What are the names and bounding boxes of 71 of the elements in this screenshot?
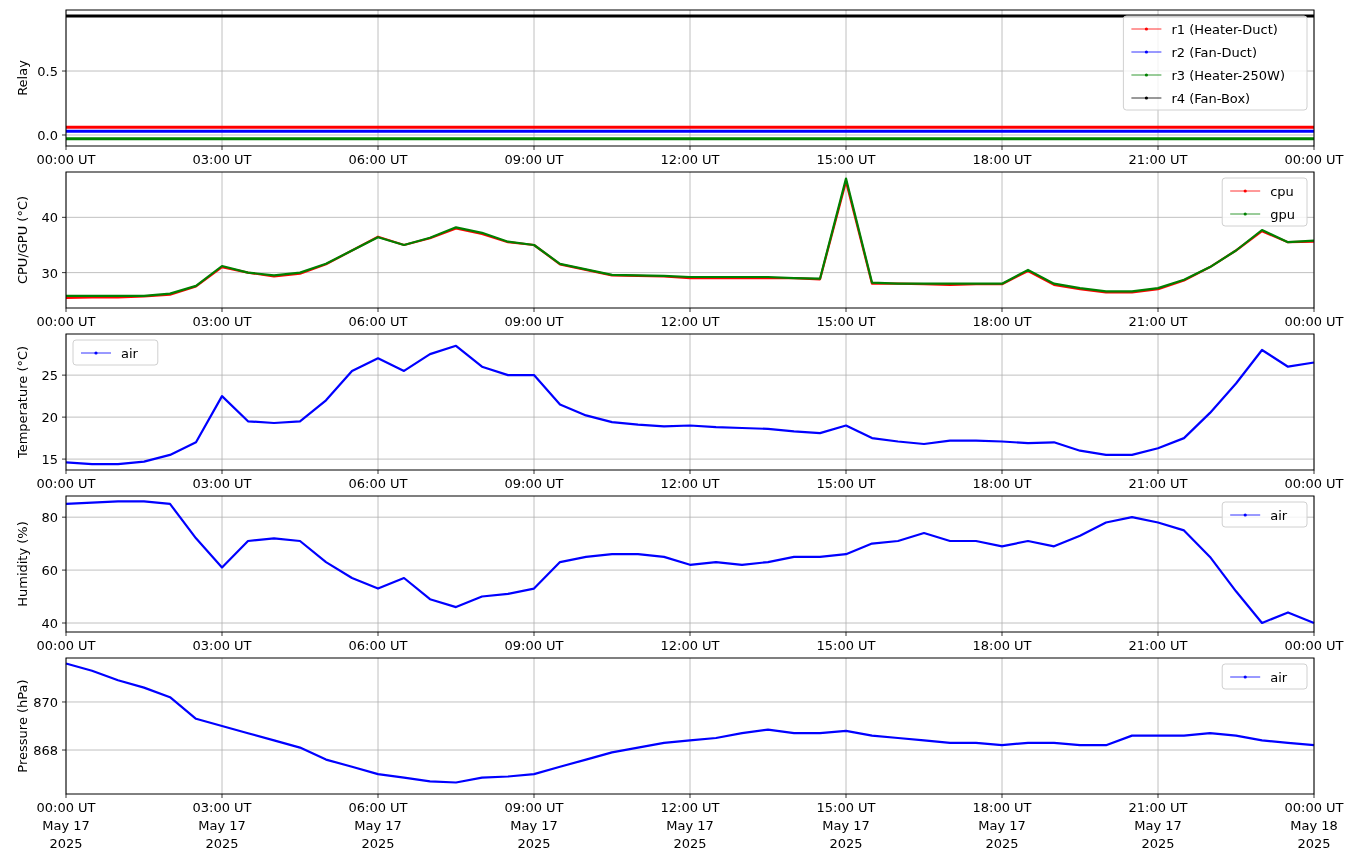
- tick-label: 0.5: [37, 64, 58, 80]
- tick-label: 00:00 UT: [1284, 152, 1344, 167]
- tick-label: 00:00 UT: [1284, 314, 1344, 329]
- tick-label: 30: [41, 265, 58, 281]
- tick-label: 12:00 UT: [660, 152, 720, 167]
- tick-label: 00:00 UT May 18 2025: [1284, 800, 1344, 851]
- tick-label: 12:00 UT: [660, 638, 720, 653]
- legend-label: r3 (Heater-250W): [1171, 68, 1285, 83]
- tick-label: 00:00 UT: [36, 152, 96, 167]
- legend-label: air: [1270, 670, 1288, 685]
- tick-label: 18:00 UT: [972, 476, 1032, 491]
- tick-label: 0.0: [37, 128, 58, 143]
- tick-label: 20: [41, 410, 58, 426]
- axis-label: CPU/GPU (°C): [15, 195, 30, 285]
- tick-label: 18:00 UT May 17 2025: [972, 800, 1032, 851]
- tick-label: 09:00 UT: [504, 476, 564, 491]
- tick-label: 40: [41, 210, 58, 226]
- tick-label: 18:00 UT: [972, 638, 1032, 653]
- tick-label: 03:00 UT: [192, 476, 252, 491]
- tick-label: 03:00 UT: [192, 314, 252, 329]
- tick-label: 09:00 UT: [504, 314, 564, 329]
- tick-label: 12:00 UT: [660, 314, 720, 329]
- tick-label: 21:00 UT May 17 2025: [1128, 800, 1188, 851]
- tick-label: 06:00 UT: [348, 638, 408, 653]
- legend-label: gpu: [1270, 207, 1295, 222]
- tick-label: 15:00 UT: [816, 314, 876, 329]
- tick-label: 06:00 UT: [348, 476, 408, 491]
- tick-label: 21:00 UT: [1128, 476, 1188, 491]
- axis-label: Pressure (hPa): [15, 679, 30, 773]
- tick-label: 00:00 UT: [36, 638, 96, 653]
- tick-label: 09:00 UT May 17 2025: [504, 800, 564, 851]
- tick-label: 80: [41, 510, 58, 526]
- tick-label: 18:00 UT: [972, 152, 1032, 167]
- tick-label: 03:00 UT: [192, 152, 252, 167]
- tick-label: 15:00 UT: [816, 152, 876, 167]
- tick-label: 09:00 UT: [504, 152, 564, 167]
- tick-label: 25: [41, 368, 58, 384]
- tick-label: 15:00 UT May 17 2025: [816, 800, 876, 851]
- tick-label: 12:00 UT: [660, 476, 720, 491]
- axis-label: Temperature (°C): [15, 345, 30, 459]
- legend-label: air: [121, 346, 138, 361]
- tick-label: 00:00 UT: [1284, 476, 1344, 491]
- legend-label: r2 (Fan-Duct): [1171, 45, 1257, 60]
- axis-label: Humidity (%): [15, 521, 30, 607]
- legend-label: r1 (Heater-Duct): [1171, 22, 1278, 37]
- tick-label: 18:00 UT: [972, 314, 1032, 329]
- tick-label: 15: [41, 452, 58, 468]
- tick-label: 868: [33, 743, 58, 759]
- tick-label: 00:00 UT May 17 2025: [36, 800, 96, 851]
- tick-label: 09:00 UT: [504, 638, 564, 653]
- tick-label: 00:00 UT: [1284, 638, 1344, 653]
- legend-label: r4 (Fan-Box): [1171, 91, 1251, 106]
- tick-label: 00:00 UT: [36, 314, 96, 329]
- tick-label: 06:00 UT: [348, 152, 408, 167]
- tick-label: 06:00 UT May 17 2025: [348, 800, 408, 851]
- tick-label: 60: [41, 563, 58, 579]
- tick-label: 40: [41, 616, 58, 631]
- legend-label: cpu: [1270, 184, 1294, 199]
- tick-label: 15:00 UT: [816, 476, 876, 491]
- tick-label: 21:00 UT: [1128, 314, 1188, 329]
- tick-label: 12:00 UT May 17 2025: [660, 800, 720, 851]
- tick-label: 03:00 UT May 17 2025: [192, 800, 252, 851]
- tick-label: 06:00 UT: [348, 314, 408, 329]
- tick-label: 03:00 UT: [192, 638, 252, 653]
- tick-label: 15:00 UT: [816, 638, 876, 653]
- tick-label: 21:00 UT: [1128, 638, 1188, 653]
- tick-label: 00:00 UT: [36, 476, 96, 491]
- axis-label: Relay: [15, 60, 30, 96]
- legend-label: air: [1270, 508, 1288, 523]
- tick-label: 870: [33, 694, 58, 710]
- tick-label: 21:00 UT: [1128, 152, 1188, 167]
